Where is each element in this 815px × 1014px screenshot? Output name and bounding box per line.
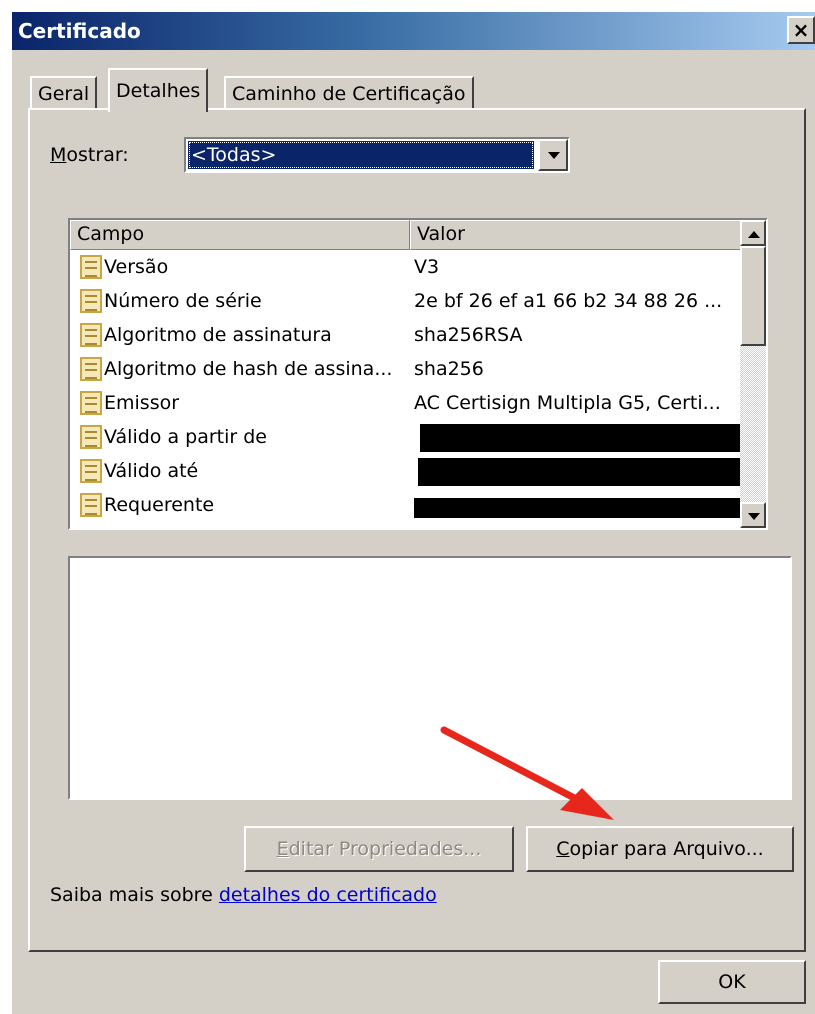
vertical-scrollbar[interactable] <box>740 220 766 528</box>
field-name: Válido até <box>104 460 199 482</box>
learn-more-prefix: Saiba mais sobre <box>50 884 219 906</box>
tab-caminho-de-certificacao[interactable]: Caminho de Certificação <box>224 76 474 110</box>
title-bar[interactable]: Certificado × <box>12 12 815 50</box>
certificate-fields-list[interactable]: Campo Valor Versão V3 Número de série 2e… <box>68 218 768 530</box>
edit-properties-label: Editar Propriedades... <box>276 838 482 860</box>
list-item[interactable]: Válido a partir de <box>70 420 750 454</box>
ok-label: OK <box>718 971 746 993</box>
field-name: Emissor <box>104 392 180 414</box>
annotation-arrow-icon <box>440 726 614 820</box>
certificate-field-icon <box>80 323 102 347</box>
list-item[interactable]: Emissor AC Certisign Multipla G5, Certi.… <box>70 386 744 420</box>
close-icon: × <box>792 18 810 42</box>
redacted-value <box>414 498 744 518</box>
field-detail-textbox[interactable] <box>68 556 792 800</box>
scroll-down-button[interactable] <box>740 502 766 528</box>
list-item[interactable]: Algoritmo de assinatura sha256RSA <box>70 318 744 352</box>
tab-caminho-label: Caminho de Certificação <box>232 83 466 105</box>
field-name: Número de série <box>104 290 262 312</box>
tab-geral[interactable]: Geral <box>30 76 98 110</box>
details-tab-panel: Mostrar: <Todas> Campo Valor Versão V3 N… <box>28 108 806 952</box>
field-value: 2e bf 26 ef a1 66 b2 34 88 26 ... <box>414 290 723 312</box>
list-item[interactable]: Requerente <box>70 488 744 522</box>
window-title: Certificado <box>18 19 141 43</box>
ok-button[interactable]: OK <box>658 960 806 1004</box>
list-item[interactable]: Algoritmo de hash de assina... sha256 <box>70 352 744 386</box>
certificate-details-link[interactable]: detalhes do certificado <box>219 884 437 906</box>
close-button[interactable]: × <box>787 16 815 44</box>
certificate-field-icon <box>80 255 102 279</box>
field-name: Algoritmo de hash de assina... <box>104 358 393 380</box>
scroll-up-button[interactable] <box>740 220 766 246</box>
tab-detalhes[interactable]: Detalhes <box>108 68 209 112</box>
field-name: Requerente <box>104 494 215 516</box>
copy-to-file-label: Copiar para Arquivo... <box>556 838 764 860</box>
field-name: Válido a partir de <box>104 426 267 448</box>
scroll-thumb[interactable] <box>740 246 766 346</box>
list-item[interactable]: Versão V3 <box>70 250 744 284</box>
certificate-field-icon <box>80 493 102 517</box>
column-header-campo[interactable]: Campo <box>70 220 410 250</box>
list-header: Campo Valor <box>70 220 744 250</box>
show-label: Mostrar: <box>50 144 129 166</box>
certificate-field-icon <box>80 391 102 415</box>
chevron-down-icon <box>548 152 560 159</box>
certificate-dialog: Certificado × Geral Detalhes Caminho de … <box>10 10 815 1014</box>
certificate-field-icon <box>80 357 102 381</box>
field-name: Versão <box>104 256 169 278</box>
tab-geral-label: Geral <box>38 83 90 105</box>
field-value: sha256RSA <box>414 324 523 346</box>
field-name: Algoritmo de assinatura <box>104 324 332 346</box>
list-item[interactable]: Número de série 2e bf 26 ef a1 66 b2 34 … <box>70 284 744 318</box>
certificate-field-icon <box>80 459 102 483</box>
chevron-down-icon <box>748 513 760 520</box>
show-dropdown[interactable]: <Todas> <box>184 137 570 173</box>
chevron-up-icon <box>748 231 760 238</box>
field-value: V3 <box>414 256 440 278</box>
list-item[interactable]: Válido até <box>70 454 754 488</box>
redacted-value <box>418 458 754 486</box>
field-value: AC Certisign Multipla G5, Certi... <box>414 392 721 414</box>
column-header-valor[interactable]: Valor <box>410 220 744 250</box>
learn-more-text: Saiba mais sobre detalhes do certificado <box>50 884 437 906</box>
tab-detalhes-label: Detalhes <box>116 80 201 102</box>
field-value: sha256 <box>414 358 484 380</box>
certificate-field-icon <box>80 425 102 449</box>
dropdown-button[interactable] <box>538 139 568 171</box>
show-dropdown-value: <Todas> <box>188 141 534 169</box>
certificate-field-icon <box>80 289 102 313</box>
redacted-value <box>420 424 750 452</box>
